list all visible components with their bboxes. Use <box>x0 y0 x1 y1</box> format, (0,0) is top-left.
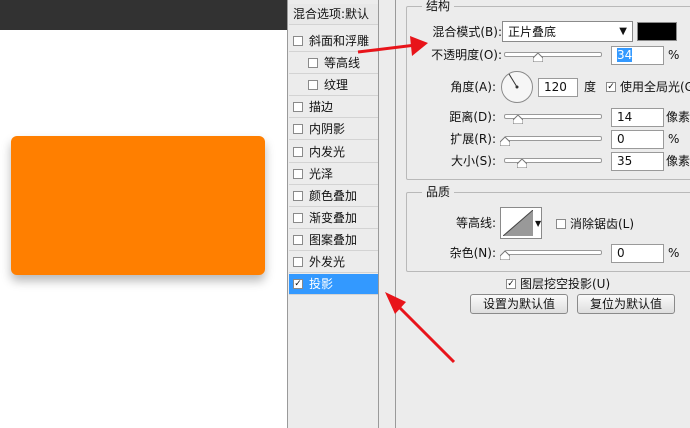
style-item-label: 渐变叠加 <box>309 211 358 225</box>
distance-unit: 像素 <box>666 110 690 124</box>
angle-dial-icon[interactable] <box>500 70 534 104</box>
spread-unit: % <box>668 132 680 146</box>
panel-divider <box>379 0 396 428</box>
antialias-checkbox[interactable] <box>556 219 566 229</box>
style-item[interactable]: 纹理 <box>289 75 378 96</box>
noise-label: 杂色(N): <box>449 246 496 260</box>
style-item-checkbox[interactable] <box>293 124 303 134</box>
style-item[interactable]: 图案叠加 <box>289 230 378 251</box>
noise-slider-thumb[interactable] <box>500 251 510 260</box>
noise-unit: % <box>668 246 680 260</box>
shadow-color-swatch[interactable] <box>637 22 677 41</box>
blending-options-label: 混合选项:默认 <box>293 7 370 21</box>
distance-label: 距离(D): <box>449 110 496 124</box>
size-input[interactable]: 35 <box>611 152 664 171</box>
size-unit: 像素 <box>666 154 690 168</box>
style-item-label: 斜面和浮雕 <box>309 34 370 48</box>
global-light-checkbox[interactable]: ✓ <box>606 82 616 92</box>
size-label: 大小(S): <box>450 154 496 168</box>
opacity-unit: % <box>668 48 680 62</box>
style-item-label: 投影 <box>309 277 334 291</box>
style-item-label: 内发光 <box>309 145 346 159</box>
style-item-label: 描边 <box>309 100 334 114</box>
spread-slider-thumb[interactable] <box>500 137 510 146</box>
noise-input[interactable]: 0 <box>611 244 664 263</box>
distance-input[interactable]: 14 <box>611 108 664 127</box>
style-item[interactable]: 外发光 <box>289 252 378 273</box>
spread-slider-track[interactable] <box>504 136 602 141</box>
contour-label: 等高线: <box>455 216 496 230</box>
opacity-slider-thumb[interactable] <box>533 53 543 62</box>
contour-preview-icon <box>503 210 533 236</box>
style-item-checkbox[interactable] <box>293 36 303 46</box>
canvas-top-bar <box>0 0 287 30</box>
reset-default-button[interactable]: 复位为默认值 <box>577 294 675 314</box>
blending-options-item[interactable]: 混合选项:默认 <box>289 4 378 25</box>
style-item[interactable]: 内阴影 <box>289 119 378 140</box>
style-item-checkbox[interactable] <box>308 80 318 90</box>
angle-label: 角度(A): <box>450 80 496 94</box>
distance-slider-thumb[interactable] <box>513 115 523 124</box>
style-item[interactable]: 等高线 <box>289 53 378 74</box>
style-item-label: 纹理 <box>324 78 349 92</box>
angle-input[interactable]: 120 <box>538 78 578 97</box>
style-item[interactable]: 斜面和浮雕 <box>289 31 378 52</box>
set-default-button[interactable]: 设置为默认值 <box>470 294 568 314</box>
style-item-checkbox[interactable] <box>293 235 303 245</box>
knockout-label: 图层挖空投影(U) <box>520 277 611 291</box>
style-item[interactable]: 内发光 <box>289 142 378 163</box>
blend-mode-select[interactable]: 正片叠底 ▼ <box>502 21 633 42</box>
style-item-label: 图案叠加 <box>309 233 358 247</box>
spread-input[interactable]: 0 <box>611 130 664 149</box>
quality-title: 品质 <box>422 185 455 199</box>
drop-shadow-settings: 结构 混合模式(B): 正片叠底 ▼ 不透明度(O): 34 % 角度(A): … <box>396 0 690 428</box>
style-item[interactable]: 颜色叠加 <box>289 186 378 207</box>
angle-unit: 度 <box>584 80 597 94</box>
style-item-checkbox[interactable] <box>293 102 303 112</box>
global-light-label: 使用全局光(G <box>620 80 690 94</box>
spread-label: 扩展(R): <box>450 132 496 146</box>
knockout-checkbox[interactable]: ✓ <box>506 279 516 289</box>
style-item-checkbox[interactable] <box>293 257 303 267</box>
style-item[interactable]: 描边 <box>289 97 378 118</box>
style-item[interactable]: ✓ 投影 <box>289 274 378 295</box>
noise-slider-track[interactable] <box>504 250 602 255</box>
opacity-slider-track[interactable] <box>504 52 602 57</box>
style-item-label: 光泽 <box>309 167 334 181</box>
style-item-checkbox[interactable]: ✓ <box>293 279 303 289</box>
style-item-checkbox[interactable] <box>293 169 303 179</box>
style-item-checkbox[interactable] <box>293 191 303 201</box>
opacity-input[interactable]: 34 <box>611 46 664 65</box>
style-item[interactable]: 渐变叠加 <box>289 208 378 229</box>
style-item[interactable]: 光泽 <box>289 164 378 185</box>
antialias-label: 消除锯齿(L) <box>570 217 635 231</box>
style-item-label: 内阴影 <box>309 122 346 136</box>
style-item-checkbox[interactable] <box>293 213 303 223</box>
structure-title: 结构 <box>422 0 455 13</box>
style-item-checkbox[interactable] <box>308 58 318 68</box>
size-slider-thumb[interactable] <box>517 159 527 168</box>
chevron-down-icon: ▼ <box>619 26 627 37</box>
style-item-checkbox[interactable] <box>293 147 303 157</box>
orange-rounded-rectangle <box>11 136 265 275</box>
style-item-label: 颜色叠加 <box>309 189 358 203</box>
layer-style-list: 混合选项:默认 斜面和浮雕等高线纹理描边内阴影内发光光泽颜色叠加渐变叠加图案叠加… <box>287 0 379 428</box>
blend-mode-value: 正片叠底 <box>508 25 557 39</box>
contour-picker[interactable]: ▼ <box>500 207 542 239</box>
blend-mode-label: 混合模式(B): <box>432 25 502 39</box>
style-item-label: 等高线 <box>324 56 361 70</box>
caret-down-icon: ▼ <box>535 219 542 228</box>
style-item-label: 外发光 <box>309 255 346 269</box>
opacity-label: 不透明度(O): <box>431 48 502 62</box>
